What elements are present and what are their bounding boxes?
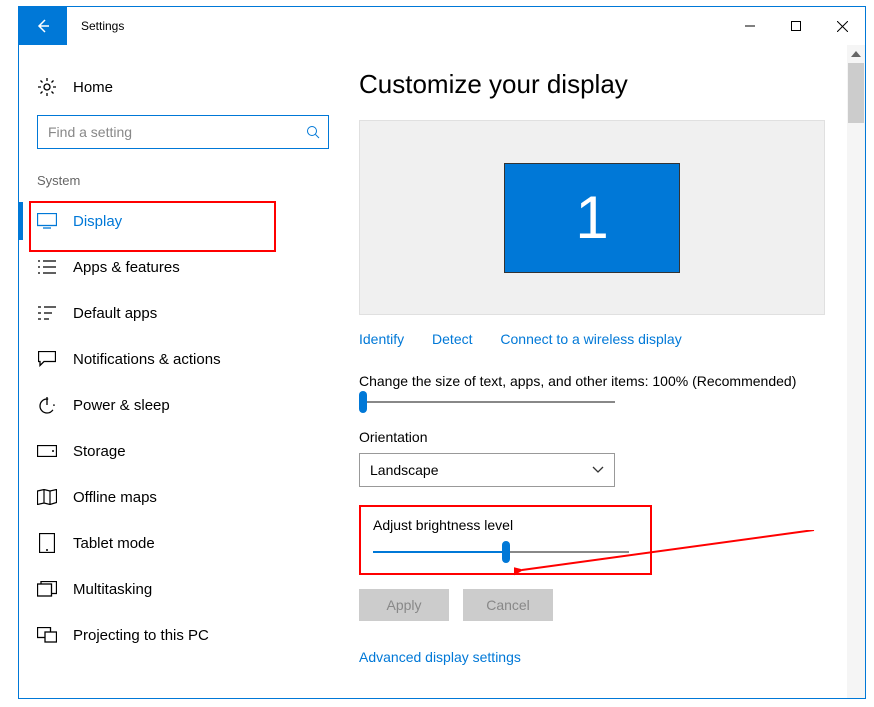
- brightness-highlight-box: Adjust brightness level: [359, 505, 652, 575]
- scale-label: Change the size of text, apps, and other…: [359, 373, 845, 389]
- button-row: Apply Cancel: [359, 589, 845, 621]
- main-content: Customize your display 1 Identify Detect…: [359, 45, 865, 698]
- sidebar-item-label: Multitasking: [73, 581, 152, 598]
- window-title: Settings: [67, 7, 124, 45]
- sidebar-item-projecting[interactable]: Projecting to this PC: [19, 612, 359, 658]
- multitask-icon: [37, 579, 57, 599]
- tablet-icon: [37, 533, 57, 553]
- sidebar-item-maps[interactable]: Offline maps: [19, 474, 359, 520]
- sidebar: Home System Display Apps & features: [19, 45, 359, 698]
- map-icon: [37, 487, 57, 507]
- display-links: Identify Detect Connect to a wireless di…: [359, 331, 845, 347]
- orientation-label: Orientation: [359, 429, 845, 445]
- detect-link[interactable]: Detect: [432, 331, 472, 347]
- scale-slider[interactable]: [359, 399, 615, 407]
- project-icon: [37, 625, 57, 645]
- sidebar-item-label: Display: [73, 213, 122, 230]
- default-apps-icon: [37, 303, 57, 323]
- titlebar: Settings: [19, 7, 865, 45]
- monitor-thumbnail[interactable]: 1: [504, 163, 680, 273]
- sidebar-item-apps[interactable]: Apps & features: [19, 244, 359, 290]
- sidebar-item-multitasking[interactable]: Multitasking: [19, 566, 359, 612]
- sidebar-item-label: Projecting to this PC: [73, 627, 209, 644]
- minimize-button[interactable]: [727, 7, 773, 45]
- arrow-left-icon: [34, 17, 52, 35]
- sidebar-item-label: Apps & features: [73, 259, 180, 276]
- sidebar-item-label: Tablet mode: [73, 535, 155, 552]
- power-icon: [37, 395, 57, 415]
- orientation-value: Landscape: [370, 462, 439, 478]
- sidebar-item-display[interactable]: Display: [19, 198, 359, 244]
- maximize-icon: [791, 21, 801, 31]
- gear-icon: [37, 77, 57, 97]
- orientation-dropdown[interactable]: Landscape: [359, 453, 615, 487]
- sidebar-item-label: Offline maps: [73, 489, 157, 506]
- chevron-up-icon: [851, 51, 861, 57]
- cancel-button[interactable]: Cancel: [463, 589, 553, 621]
- sidebar-item-default-apps[interactable]: Default apps: [19, 290, 359, 336]
- sidebar-item-storage[interactable]: Storage: [19, 428, 359, 474]
- search-input-wrap[interactable]: [37, 115, 329, 149]
- brightness-slider-thumb[interactable]: [502, 541, 510, 563]
- apply-button[interactable]: Apply: [359, 589, 449, 621]
- list-icon: [37, 257, 57, 277]
- advanced-settings-link[interactable]: Advanced display settings: [359, 649, 845, 665]
- scroll-up-button[interactable]: [847, 45, 865, 63]
- page-heading: Customize your display: [359, 69, 845, 100]
- scale-slider-thumb[interactable]: [359, 391, 367, 413]
- sidebar-item-label: Notifications & actions: [73, 351, 221, 368]
- sidebar-item-label: Default apps: [73, 305, 157, 322]
- identify-link[interactable]: Identify: [359, 331, 404, 347]
- minimize-icon: [745, 21, 755, 31]
- section-label: System: [19, 167, 359, 198]
- chevron-down-icon: [592, 466, 604, 474]
- monitor-icon: [37, 211, 57, 231]
- back-button[interactable]: [19, 7, 67, 45]
- search-input[interactable]: [48, 124, 306, 140]
- sidebar-item-power[interactable]: Power & sleep: [19, 382, 359, 428]
- scrollbar[interactable]: [847, 45, 865, 698]
- home-label: Home: [73, 79, 113, 96]
- sidebar-item-tablet[interactable]: Tablet mode: [19, 520, 359, 566]
- brightness-slider[interactable]: [373, 549, 629, 557]
- storage-icon: [37, 441, 57, 461]
- search-icon: [306, 125, 320, 139]
- sidebar-item-label: Storage: [73, 443, 126, 460]
- scroll-thumb[interactable]: [848, 63, 864, 123]
- home-nav[interactable]: Home: [19, 69, 359, 115]
- sidebar-item-label: Power & sleep: [73, 397, 170, 414]
- close-button[interactable]: [819, 7, 865, 45]
- wireless-link[interactable]: Connect to a wireless display: [500, 331, 681, 347]
- display-preview[interactable]: 1: [359, 120, 825, 315]
- maximize-button[interactable]: [773, 7, 819, 45]
- close-icon: [837, 21, 848, 32]
- sidebar-item-notifications[interactable]: Notifications & actions: [19, 336, 359, 382]
- chat-icon: [37, 349, 57, 369]
- brightness-label: Adjust brightness level: [373, 517, 638, 533]
